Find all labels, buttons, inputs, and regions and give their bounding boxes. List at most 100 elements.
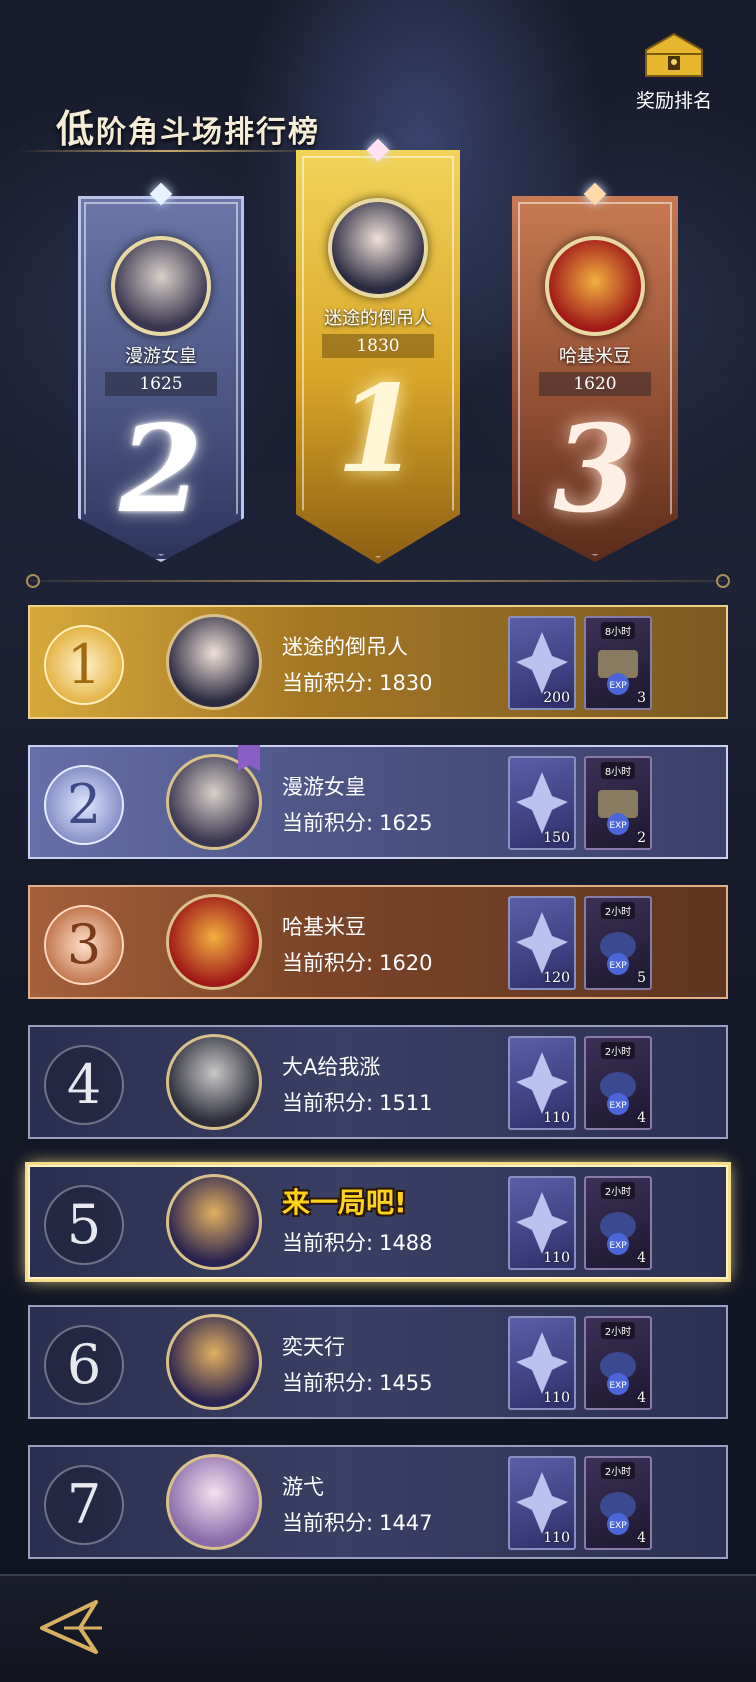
svg-text:EXP: EXP [609,1381,627,1391]
ranking-row[interactable]: 3 哈基米豆 当前积分: 1620 120 2小时 EXP 5 [28,885,728,999]
svg-text:EXP: EXP [609,1241,627,1251]
reward-qty: 110 [543,1250,570,1266]
podium-score: 1620 [538,372,652,396]
player-score: 当前积分: 1447 [282,1511,433,1535]
title-rest: 阶角斗场排行榜 [96,115,321,150]
ranking-row[interactable]: 2 漫游女皇 当前积分: 1625 150 8小时 EXP 2 [28,745,728,859]
podium-rank-number: 3 [553,399,637,540]
section-divider [26,574,730,588]
back-button[interactable] [36,1594,110,1660]
avatar[interactable] [166,1314,262,1410]
podium-first[interactable]: 迷途的倒吊人 1830 1 [296,138,460,564]
player-name: 大A给我涨 [282,1055,381,1079]
player-score: 当前积分: 1511 [282,1091,433,1115]
avatar[interactable] [166,1454,262,1550]
reward-qty: 120 [543,970,570,986]
chest-icon [638,30,710,82]
podium-name: 漫游女皇 [125,346,197,367]
chest-duration: 2小时 [600,1322,636,1339]
podium-rank-number: 2 [119,399,203,540]
rank-number: 7 [44,1465,124,1545]
player-name: 游弋 [282,1475,324,1499]
svg-text:EXP: EXP [609,681,627,691]
podium-third[interactable]: 哈基米豆 1620 3 [512,182,678,562]
title-first-char: 低 [56,106,97,151]
rank-number: 2 [44,765,124,845]
ranking-row[interactable]: 6 奕天行 当前积分: 1455 110 2小时 EXP 4 [28,1305,728,1419]
reward-qty: 110 [543,1530,570,1546]
ranking-row[interactable]: 7 游弋 当前积分: 1447 110 2小时 EXP 4 [28,1445,728,1559]
reward-qty: 200 [543,690,570,706]
chest-duration: 2小时 [600,902,636,919]
gem-reward[interactable]: 110 [508,1456,576,1550]
player-score: 当前积分: 1488 [282,1231,433,1255]
chest-reward[interactable]: 2小时 EXP 4 [584,1316,652,1410]
podium-rank-number: 1 [336,359,420,500]
reward-qty: 150 [543,830,570,846]
player-name: 哈基米豆 [282,915,366,939]
svg-text:EXP: EXP [609,1101,627,1111]
avatar[interactable] [166,754,262,850]
podium-name: 哈基米豆 [559,346,631,367]
avatar[interactable] [166,1034,262,1130]
gem-reward[interactable]: 120 [508,896,576,990]
avatar[interactable] [166,894,262,990]
ranking-row[interactable]: 4 大A给我涨 当前积分: 1511 110 2小时 EXP 4 [28,1025,728,1139]
chest-duration: 2小时 [600,1182,636,1199]
reward-qty: 110 [543,1110,570,1126]
rank-number: 5 [44,1185,124,1265]
gem-reward[interactable]: 110 [508,1316,576,1410]
rank-number: 4 [44,1045,124,1125]
podium-second[interactable]: 漫游女皇 1625 2 [78,182,244,562]
reward-qty: 2 [637,830,646,846]
chest-reward[interactable]: 2小时 EXP 4 [584,1176,652,1270]
gem-reward[interactable]: 110 [508,1176,576,1270]
rank-number: 3 [44,905,124,985]
player-score: 当前积分: 1455 [282,1371,433,1395]
gem-reward[interactable]: 200 [508,616,576,710]
gem-reward[interactable]: 110 [508,1036,576,1130]
podium-score: 1830 [322,334,434,358]
svg-text:EXP: EXP [609,821,627,831]
podium-score: 1625 [104,372,218,396]
reward-qty: 4 [637,1110,646,1126]
chest-reward[interactable]: 2小时 EXP 5 [584,896,652,990]
chest-duration: 8小时 [600,622,636,639]
avatar [328,198,428,298]
reward-qty: 4 [637,1530,646,1546]
podium-name: 迷途的倒吊人 [324,308,432,329]
bottom-bar [0,1574,756,1682]
gem-reward[interactable]: 150 [508,756,576,850]
title-underline [18,150,318,152]
reward-qty: 110 [543,1390,570,1406]
avatar [111,236,211,336]
ranking-row[interactable]: 1 迷途的倒吊人 当前积分: 1830 200 8小时 EXP 3 [28,605,728,719]
bookmark-icon [238,745,260,771]
player-name: 漫游女皇 [282,775,366,799]
divider-dot [26,574,40,588]
chest-reward[interactable]: 2小时 EXP 4 [584,1456,652,1550]
reward-ranking-label: 奖励排名 [635,90,712,112]
chest-reward[interactable]: 8小时 EXP 3 [584,616,652,710]
rank-number: 1 [44,625,124,705]
player-name: 迷途的倒吊人 [282,635,408,659]
chest-reward[interactable]: 8小时 EXP 2 [584,756,652,850]
reward-qty: 3 [637,690,646,706]
player-name: 奕天行 [282,1335,345,1359]
divider-dot [716,574,730,588]
reward-ranking-button[interactable]: 奖励排名 [628,30,720,116]
reward-qty: 5 [637,970,646,986]
ranking-row-self[interactable]: 5 来一局吧! 当前积分: 1488 110 2小时 EXP 4 [28,1165,728,1279]
reward-qty: 4 [637,1390,646,1406]
player-score: 当前积分: 1620 [282,951,433,975]
player-score: 当前积分: 1830 [282,671,433,695]
svg-text:EXP: EXP [609,1521,627,1531]
reward-qty: 4 [637,1250,646,1266]
chest-duration: 8小时 [600,762,636,779]
chest-duration: 2小时 [600,1042,636,1059]
player-name: 来一局吧! [282,1186,407,1219]
chest-reward[interactable]: 2小时 EXP 4 [584,1036,652,1130]
avatar[interactable] [166,1174,262,1270]
avatar[interactable] [166,614,262,710]
player-score: 当前积分: 1625 [282,811,433,835]
